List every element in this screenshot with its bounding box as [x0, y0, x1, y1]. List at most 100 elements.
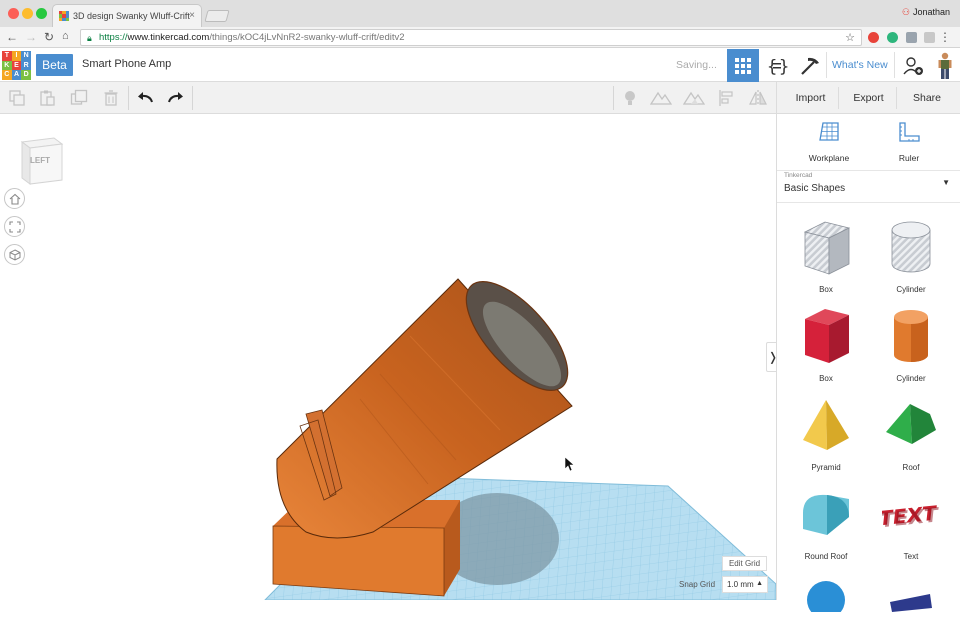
- show-all-button[interactable]: [650, 87, 672, 109]
- user-avatar[interactable]: [929, 49, 960, 82]
- shape-label: Pyramid: [811, 463, 841, 472]
- shape-box-hole[interactable]: Box: [786, 216, 866, 294]
- browser-tab[interactable]: 3D design Swanky Wluff-Crift ×: [52, 4, 202, 27]
- browser-address-bar: ← → ↻ ⌂ 🔒︎ https://www.tinkercad.com/thi…: [0, 27, 960, 48]
- ruler-icon: [899, 122, 920, 142]
- tinkercad-logo[interactable]: T I N K E R C A D: [2, 51, 31, 80]
- new-tab-button[interactable]: [204, 10, 230, 22]
- copy-button[interactable]: [6, 87, 28, 109]
- shape-text[interactable]: TEXT TEXT Text: [871, 483, 951, 561]
- caret-up-icon: ▲: [756, 580, 763, 587]
- export-button[interactable]: Export: [841, 87, 897, 109]
- url-domain: www.tinkercad.com: [127, 32, 210, 43]
- text-shape-icon: TEXT TEXT: [878, 501, 940, 532]
- roof-icon: [886, 404, 936, 444]
- tab-close-icon[interactable]: ×: [189, 10, 195, 21]
- minecraft-button[interactable]: [794, 49, 826, 82]
- redo-button[interactable]: [165, 87, 187, 109]
- extension-red-icon[interactable]: [868, 32, 879, 43]
- tinkercad-favicon-icon: [59, 11, 69, 21]
- extension-green-icon[interactable]: [887, 32, 898, 43]
- beta-badge: Beta: [36, 54, 73, 76]
- profile-icon: ⚇: [901, 7, 910, 17]
- undo-button[interactable]: [134, 87, 156, 109]
- browser-menu-icon[interactable]: ⋮: [939, 30, 951, 44]
- align-button[interactable]: [716, 87, 738, 109]
- view-cube[interactable]: LEFT: [18, 134, 64, 191]
- add-collaborator-button[interactable]: [897, 49, 929, 82]
- shape-label: Round Roof: [804, 552, 848, 561]
- browser-profile[interactable]: ⚇ Jonathan: [902, 7, 950, 18]
- reload-icon[interactable]: ↻: [44, 30, 54, 44]
- 3d-viewport[interactable]: LEFT Edit Grid Snap Grid 1.0 mm ▲: [0, 114, 776, 600]
- shape-label: Cylinder: [896, 285, 926, 294]
- shape-sphere[interactable]: [786, 572, 866, 617]
- ortho-view-button[interactable]: [4, 244, 25, 265]
- trash-icon: [104, 90, 118, 106]
- shape-scribble[interactable]: [871, 572, 951, 617]
- window-zoom-button[interactable]: [36, 8, 47, 19]
- edit-grid-button[interactable]: Edit Grid: [722, 556, 767, 571]
- shape-label: Text: [903, 552, 919, 561]
- url-input[interactable]: 🔒︎ https://www.tinkercad.com/things/kOC4…: [80, 29, 862, 46]
- url-path: /things/kOC4jLvNnR2-swanky-wluff-crift/e…: [209, 32, 405, 43]
- cylinder-hole-icon: [891, 221, 931, 273]
- mountain-icon: [683, 91, 705, 105]
- sphere-icon: [807, 581, 845, 617]
- snap-grid-select[interactable]: 1.0 mm ▲: [722, 576, 768, 593]
- shape-roof[interactable]: Roof: [871, 394, 951, 472]
- scene-canvas[interactable]: [0, 114, 776, 600]
- shape-cylinder-hole[interactable]: Cylinder: [871, 216, 951, 294]
- bookmark-star-icon[interactable]: ☆: [845, 31, 855, 44]
- shape-box[interactable]: Box: [786, 305, 866, 383]
- workplane-icon: [819, 122, 839, 141]
- ruler-tool[interactable]: Ruler: [874, 120, 944, 163]
- paste-button[interactable]: [36, 87, 58, 109]
- view-cube-label: LEFT: [30, 156, 50, 165]
- duplicate-button[interactable]: [68, 87, 90, 109]
- share-button[interactable]: Share: [899, 87, 955, 109]
- redo-arrow-icon: [168, 92, 183, 103]
- undo-arrow-icon: [138, 92, 153, 103]
- shape-round-roof[interactable]: Round Roof: [786, 483, 866, 561]
- library-select[interactable]: Basic Shapes: [784, 183, 845, 194]
- notes-light-button[interactable]: [619, 87, 641, 109]
- window-close-button[interactable]: [8, 8, 19, 19]
- caret-down-icon[interactable]: ▼: [942, 178, 950, 187]
- codeblocks-button[interactable]: {}: [761, 49, 793, 82]
- workplane-tool[interactable]: Workplane: [794, 120, 864, 163]
- browser-tab-title: 3D design Swanky Wluff-Crift: [73, 11, 190, 21]
- grid-view-icon: [735, 57, 751, 74]
- url-scheme: https://: [99, 32, 128, 43]
- shape-label: Roof: [902, 463, 920, 472]
- extension-gray-icon[interactable]: [906, 32, 917, 43]
- back-arrow-icon[interactable]: ←: [6, 30, 18, 44]
- snap-grid-label: Snap Grid: [679, 580, 716, 589]
- file-actions: Import Export Share: [776, 82, 960, 114]
- forward-arrow-icon[interactable]: →: [25, 30, 37, 44]
- 3d-design-view-button[interactable]: [727, 49, 759, 82]
- shape-cylinder[interactable]: Cylinder: [871, 305, 951, 383]
- scribble-icon: [890, 594, 932, 612]
- fit-view-button[interactable]: [4, 216, 25, 237]
- design-name[interactable]: Smart Phone Amp: [82, 58, 171, 70]
- box-hole-icon: [803, 221, 851, 275]
- extension-box-icon[interactable]: [924, 32, 935, 43]
- whats-new-link[interactable]: What's New: [832, 59, 888, 71]
- delete-button[interactable]: [100, 87, 122, 109]
- hide-button[interactable]: [683, 87, 705, 109]
- mirror-button[interactable]: [747, 87, 769, 109]
- ruler-label: Ruler: [898, 153, 920, 163]
- shape-pyramid[interactable]: Pyramid: [786, 394, 866, 472]
- round-roof-icon: [803, 494, 849, 535]
- mirror-icon: [749, 90, 767, 106]
- import-button[interactable]: Import: [783, 87, 839, 109]
- window-minimize-button[interactable]: [22, 8, 33, 19]
- snap-grid-value: 1.0 mm: [727, 580, 754, 589]
- home-icon[interactable]: ⌂: [62, 30, 69, 42]
- mouse-cursor-icon: [564, 456, 575, 472]
- mountain-outline-icon: [650, 91, 672, 105]
- workplane-label: Workplane: [808, 153, 850, 163]
- home-view-button[interactable]: [4, 188, 25, 209]
- perspective-cube-icon: [9, 248, 20, 261]
